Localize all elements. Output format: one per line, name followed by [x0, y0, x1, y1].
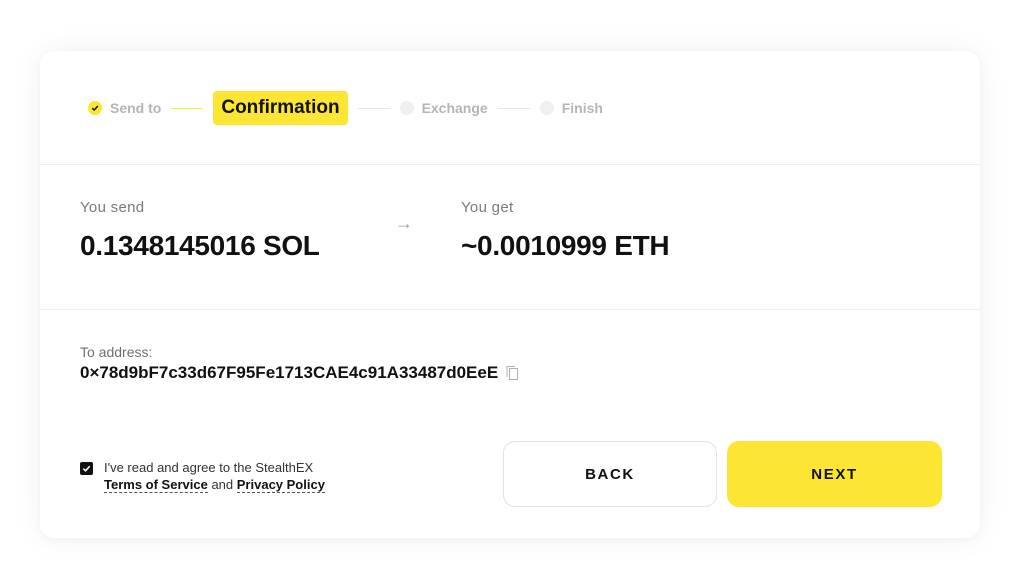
- step-label: Finish: [561, 100, 603, 116]
- privacy-policy-link[interactable]: Privacy Policy: [236, 477, 325, 493]
- step-connector: [497, 107, 530, 109]
- check-icon: [88, 101, 102, 115]
- step-label: Send to: [110, 100, 162, 116]
- agreement-and: and: [211, 477, 234, 492]
- step-send-to: Send to: [88, 100, 161, 116]
- address-row: 0×78d9bF7c33d67F95Fe1713CAE4c91A33487d0E…: [80, 363, 519, 383]
- stepper: Send to Confirmation Exchange Finish: [88, 91, 603, 125]
- agreement-text: I've read and agree to the StealthEX Ter…: [104, 459, 325, 493]
- next-button[interactable]: NEXT: [727, 441, 942, 507]
- pending-dot-icon: [539, 101, 554, 115]
- terms-of-service-link[interactable]: Terms of Service: [104, 477, 208, 493]
- copy-icon[interactable]: [505, 365, 519, 381]
- get-label: You get: [461, 199, 514, 216]
- agreement: I've read and agree to the StealthEX Ter…: [80, 459, 325, 493]
- send-block: You send 0.1348145016 SOL: [80, 199, 320, 262]
- back-button[interactable]: BACK: [503, 441, 717, 507]
- address-label: To address:: [80, 344, 153, 360]
- step-connector: [171, 107, 204, 109]
- pending-dot-icon: [399, 101, 414, 115]
- confirmation-card: Send to Confirmation Exchange Finish You…: [40, 51, 980, 538]
- send-label: You send: [80, 199, 145, 216]
- agreement-intro: I've read and agree to the StealthEX: [104, 460, 314, 475]
- address-value: 0×78d9bF7c33d67F95Fe1713CAE4c91A33487d0E…: [80, 363, 499, 382]
- step-exchange: Exchange: [399, 100, 488, 116]
- step-confirmation: Confirmation: [213, 91, 348, 125]
- send-amount: 0.1348145016 SOL: [80, 230, 320, 261]
- divider: [40, 309, 980, 310]
- step-label: Confirmation: [221, 97, 340, 118]
- agree-checkbox[interactable]: [80, 462, 93, 475]
- step-label: Exchange: [421, 100, 488, 116]
- get-block: You get ~0.0010999 ETH: [461, 199, 670, 262]
- address-block: To address: 0×78d9bF7c33d67F95Fe1713CAE4…: [80, 344, 519, 383]
- step-finish: Finish: [539, 100, 603, 116]
- step-connector: [357, 107, 390, 109]
- get-amount: ~0.0010999 ETH: [461, 230, 670, 261]
- divider: [40, 164, 980, 165]
- arrow-right-icon: →: [395, 213, 413, 233]
